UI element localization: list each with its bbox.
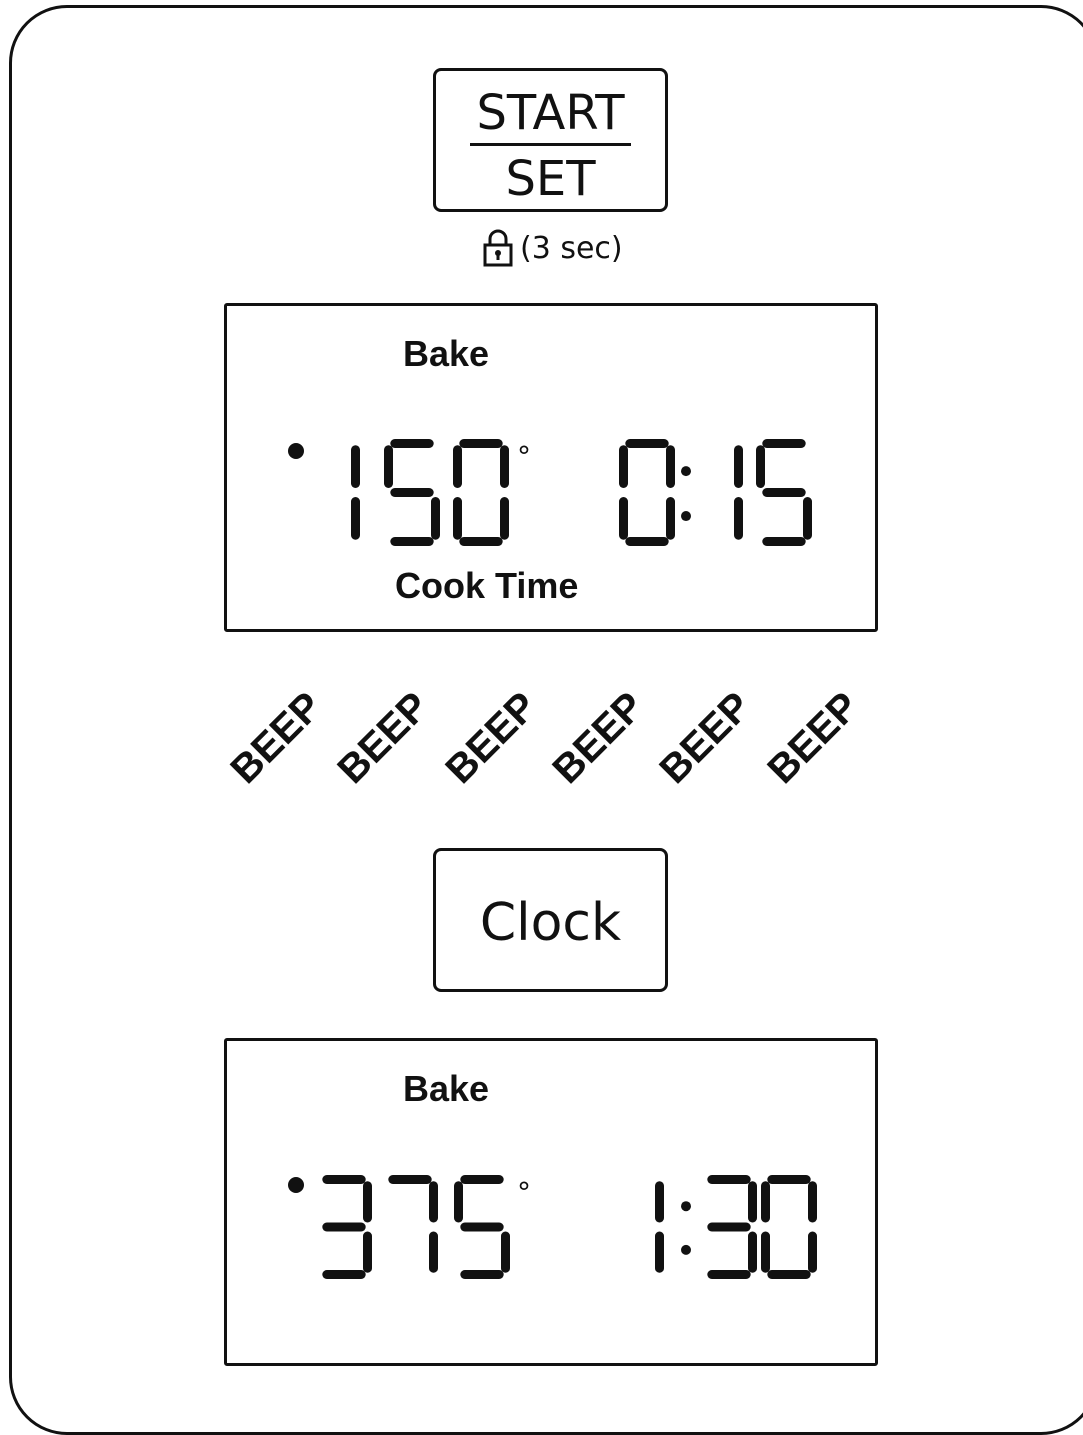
button-divider [470,143,631,146]
lcd-readout: ° [288,1175,817,1279]
oven-display-2: Bake ° [224,1038,878,1366]
lcd-segment [655,1181,664,1223]
start-label: START [476,85,625,141]
indicator-dot [288,443,304,459]
lcd-segment [756,445,765,488]
lcd-segment [460,1222,504,1232]
lcd-segment [762,439,806,448]
lcd-colon-dot [681,511,691,522]
lcd-segment [390,439,434,448]
lcd-segment [453,445,462,488]
lcd-segment [655,1231,664,1273]
lcd-digit [322,1175,372,1279]
lcd-segment [625,439,669,448]
lcd-segment [707,1175,751,1184]
lcd-segment [707,1270,751,1279]
lcd-digit [756,439,812,546]
lcd-segment [666,445,675,488]
lcd-digit [734,445,743,540]
lcd-segment [501,1231,510,1273]
lcd-digit [761,1175,817,1279]
start-set-button[interactable]: START SET [433,68,668,212]
lcd-segment [384,445,393,488]
lcd-segment [707,1222,751,1232]
lcd-segment [322,1222,366,1232]
lcd-segment [454,1181,463,1223]
degree-symbol: ° [517,1176,531,1209]
lcd-segment [748,1181,757,1223]
lcd-segment [460,1270,504,1279]
lcd-digit [384,439,440,546]
lcd-segment [363,1181,372,1223]
lcd-segment [322,1270,366,1279]
lcd-colon-dot [681,1201,691,1212]
indicator-dot [288,1177,304,1193]
lcd-segment [734,445,743,488]
lcd-segment [767,1175,811,1184]
lcd-segment [431,497,440,540]
lcd-segment [390,537,434,546]
lock-icon [483,229,513,267]
lcd-segment [459,537,503,546]
set-label: SET [505,151,596,207]
lcd-segment [351,497,360,540]
lcd-segment [619,445,628,488]
lcd-segment [500,445,509,488]
lcd-segment [453,497,462,540]
clock-button[interactable]: Clock [433,848,668,992]
lcd-segment [761,1231,770,1273]
lcd-segment [808,1181,817,1223]
lcd-segment [767,1270,811,1279]
lcd-segment [429,1231,438,1273]
degree-symbol: ° [517,440,531,473]
lcd-segment [460,1175,504,1184]
lcd-segment [803,497,812,540]
lcd-segment [625,537,669,546]
lcd-segment [666,497,675,540]
lcd-colon-dot [681,466,691,477]
lcd-digit [707,1175,757,1279]
lcd-digit [655,1181,664,1273]
lcd-segment [363,1231,372,1273]
lcd-digit [351,445,360,540]
lcd-segment [762,537,806,546]
lcd-segment [808,1231,817,1273]
lcd-segment [762,488,806,497]
lcd-digit [454,1175,510,1279]
lcd-segment [429,1181,438,1223]
lcd-segment [390,488,434,497]
lock-hint-text: (3 sec) [520,230,623,266]
cook-time-label: Cook Time [395,565,579,606]
lcd-segment [734,497,743,540]
lcd-digit [388,1175,438,1273]
lock-hint: (3 sec) [482,228,623,268]
lcd-segment [619,497,628,540]
lcd-segment [748,1231,757,1273]
lcd-digit [619,439,675,546]
lcd-colon-dot [681,1244,691,1255]
lcd-segment [322,1175,366,1184]
clock-label: Clock [479,893,622,953]
lcd-segment [388,1175,432,1184]
lcd-segment [761,1181,770,1223]
lcd-segment [351,445,360,488]
oven-display-1: Bake ° Cook Time [224,303,878,632]
lcd-digit [453,439,509,546]
lcd-segment [500,497,509,540]
lcd-segment [459,439,503,448]
